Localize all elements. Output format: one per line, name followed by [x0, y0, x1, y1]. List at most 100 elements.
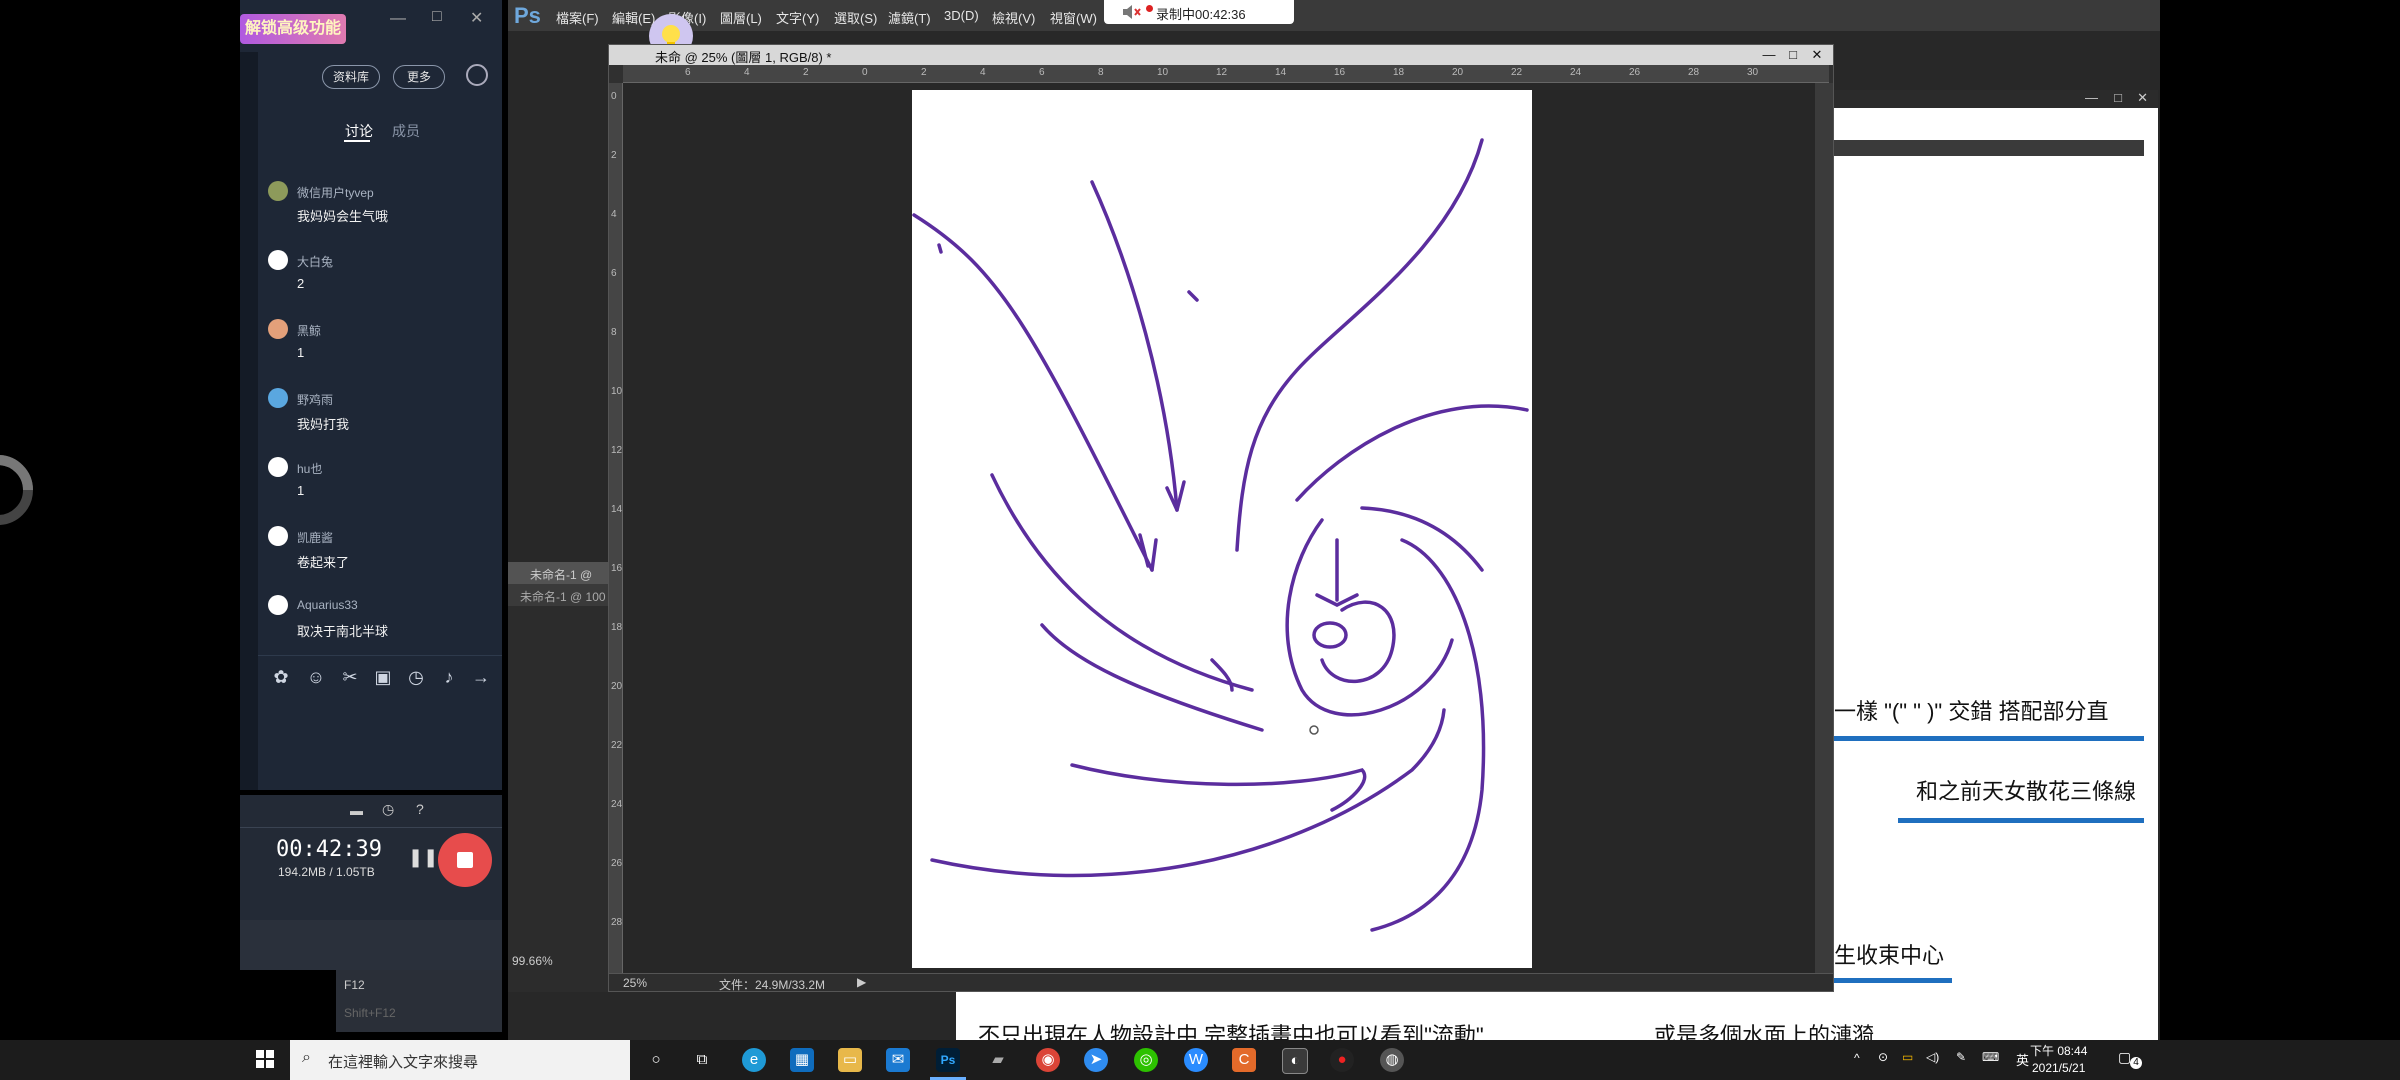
tray-chevron-icon[interactable]: ^ [1854, 1051, 1860, 1065]
mail-icon[interactable]: ✉ [886, 1048, 910, 1072]
ruler-tick: 16 [611, 563, 623, 574]
avatar[interactable] [268, 319, 288, 339]
status-arrow-icon[interactable]: ▶ [857, 975, 866, 989]
zoom-level[interactable]: 25% [623, 976, 647, 990]
c-app-icon[interactable]: C [1232, 1048, 1256, 1072]
second-doc-tab[interactable]: 未命名-1 @ 100 [508, 584, 608, 606]
stylus-icon[interactable]: ▰ [986, 1048, 1010, 1072]
ruler-tick: 28 [1688, 67, 1700, 78]
tab-discussion[interactable]: 讨论 [345, 121, 373, 141]
stroke-8 [1285, 518, 1454, 717]
notification-icon[interactable]: ▢ 4 [2118, 1049, 2142, 1069]
minimize-button[interactable]: — [1757, 47, 1781, 62]
tray-folder-icon[interactable]: ▭ [1902, 1050, 1913, 1064]
second-doc-title[interactable]: 未命名-1 @ [508, 562, 608, 584]
wechat-icon[interactable]: ◎ [1134, 1048, 1158, 1072]
help-icon[interactable]: ? [416, 801, 424, 817]
divider [258, 655, 502, 656]
vip-unlock-badge[interactable]: 解锁高级功能 [240, 14, 346, 44]
image-icon[interactable]: ▣ [372, 666, 394, 688]
keyboard-icon[interactable]: ⌨ [1982, 1050, 1999, 1064]
ruler-tick: 4 [980, 67, 986, 78]
ruler-tick: 18 [1393, 67, 1405, 78]
avatar[interactable] [268, 388, 288, 408]
menu-type[interactable]: 文字(Y) [776, 8, 819, 27]
store-icon[interactable]: ▦ [790, 1048, 814, 1072]
volume-icon[interactable]: ◁) [1926, 1050, 1939, 1064]
more-button[interactable]: 更多 [393, 65, 445, 89]
avatar[interactable] [268, 526, 288, 546]
avatar[interactable] [268, 595, 288, 615]
edge-icon[interactable]: e [742, 1048, 766, 1072]
obs-icon[interactable]: ◍ [1380, 1048, 1404, 1072]
menu-select[interactable]: 選取(S) [834, 8, 877, 27]
stroke-10 [930, 708, 1446, 878]
menu-window[interactable]: 視窗(W) [1050, 8, 1097, 27]
clock-icon[interactable]: ◷ [405, 666, 427, 688]
windows-taskbar: ⌕ 在這裡輸入文字來搜尋 ○ ⧉ e ▦ ▭ ✉ Ps ▰ ◉ ➤ ◎ W C … [0, 1040, 2400, 1080]
hotkey-list: F12 Shift+F12 [336, 970, 502, 1032]
photoshop-taskbar-icon[interactable]: Ps [936, 1048, 960, 1072]
cortana-icon[interactable]: ○ [644, 1048, 668, 1072]
record-app-icon[interactable]: ● [1330, 1048, 1354, 1072]
task-view-icon[interactable]: ⧉ [690, 1048, 714, 1072]
tab-members[interactable]: 成员 [392, 121, 420, 141]
vertical-scrollbar[interactable] [1815, 83, 1833, 973]
chat-maximize-button[interactable]: □ [432, 8, 442, 26]
tray-app-icon[interactable]: ⊙ [1878, 1050, 1888, 1064]
chrome-icon[interactable]: ◉ [1036, 1048, 1060, 1072]
ruler-tick: 4 [611, 209, 617, 220]
avatar[interactable] [268, 181, 288, 201]
clock-time: 下午 08:44 [2030, 1044, 2088, 1058]
ruler-tick: 2 [921, 67, 927, 78]
flower-sticker-icon[interactable]: ✿ [270, 666, 292, 688]
windows-start-icon[interactable] [256, 1050, 274, 1068]
menu-file[interactable]: 檔案(F) [556, 8, 599, 27]
chat-close-button[interactable]: ✕ [470, 8, 483, 28]
message-author[interactable]: 凯鹿酱 [297, 529, 333, 546]
pause-button[interactable]: ❚❚ [408, 847, 438, 868]
media-app-icon[interactable]: ◐ [1282, 1048, 1308, 1074]
pen-icon[interactable]: ✎ [1956, 1050, 1966, 1064]
stop-button[interactable] [438, 833, 492, 887]
menu-filter[interactable]: 濾鏡(T) [888, 8, 931, 27]
drawing-canvas[interactable] [912, 90, 1532, 968]
close-button[interactable]: ✕ [1805, 47, 1829, 62]
library-button[interactable]: 资料库 [322, 65, 380, 89]
message-author[interactable]: 野鸡雨 [297, 391, 333, 408]
message-author[interactable]: Aquarius33 [297, 598, 358, 612]
ruler-tick: 16 [1334, 67, 1346, 78]
taskbar-clock[interactable]: 下午 08:44 2021/5/21 [2030, 1043, 2087, 1077]
settings-gear-icon[interactable] [466, 64, 488, 86]
avatar[interactable] [268, 457, 288, 477]
message-text: 卷起来了 [297, 555, 350, 570]
feather-app-icon[interactable]: ➤ [1084, 1048, 1108, 1072]
ruler-tick: 0 [862, 67, 868, 78]
scissors-icon[interactable]: ✂ [339, 666, 361, 688]
word-app-icon[interactable]: W [1184, 1048, 1208, 1072]
ruler-tick: 26 [1629, 67, 1641, 78]
avatar[interactable] [268, 250, 288, 270]
ime-indicator[interactable]: 英 [2016, 1050, 2029, 1069]
ruler-tick: 28 [611, 917, 623, 928]
speaker-mute-icon[interactable] [1118, 1, 1144, 23]
menu-3d[interactable]: 3D(D) [944, 8, 979, 23]
taskbar-search[interactable]: ⌕ 在這裡輸入文字來搜尋 [290, 1040, 630, 1080]
file-explorer-icon[interactable]: ▭ [838, 1048, 862, 1072]
document-titlebar[interactable]: 未命 @ 25% (圖層 1, RGB/8) * — □ ✕ [609, 45, 1833, 65]
message-author[interactable]: 微信用户tyvep [297, 184, 374, 201]
message-text: 我妈打我 [297, 417, 350, 432]
bell-icon[interactable]: ♪ [438, 666, 460, 688]
ruler-tick: 24 [1570, 67, 1582, 78]
timer-icon[interactable]: ◷ [382, 801, 394, 818]
chat-minimize-button[interactable]: — [390, 10, 406, 28]
maximize-button[interactable]: □ [1781, 47, 1805, 62]
menu-view[interactable]: 檢視(V) [992, 8, 1035, 27]
message-author[interactable]: 大白兔 [297, 253, 333, 270]
message-author[interactable]: 黑鲸 [297, 322, 321, 339]
message-author[interactable]: hu也 [297, 460, 322, 477]
folder-icon[interactable]: ▬ [350, 803, 363, 818]
emoji-icon[interactable]: ☺ [305, 666, 327, 688]
arrow-right-icon[interactable]: → [470, 666, 492, 688]
menu-layer[interactable]: 圖層(L) [720, 8, 762, 27]
